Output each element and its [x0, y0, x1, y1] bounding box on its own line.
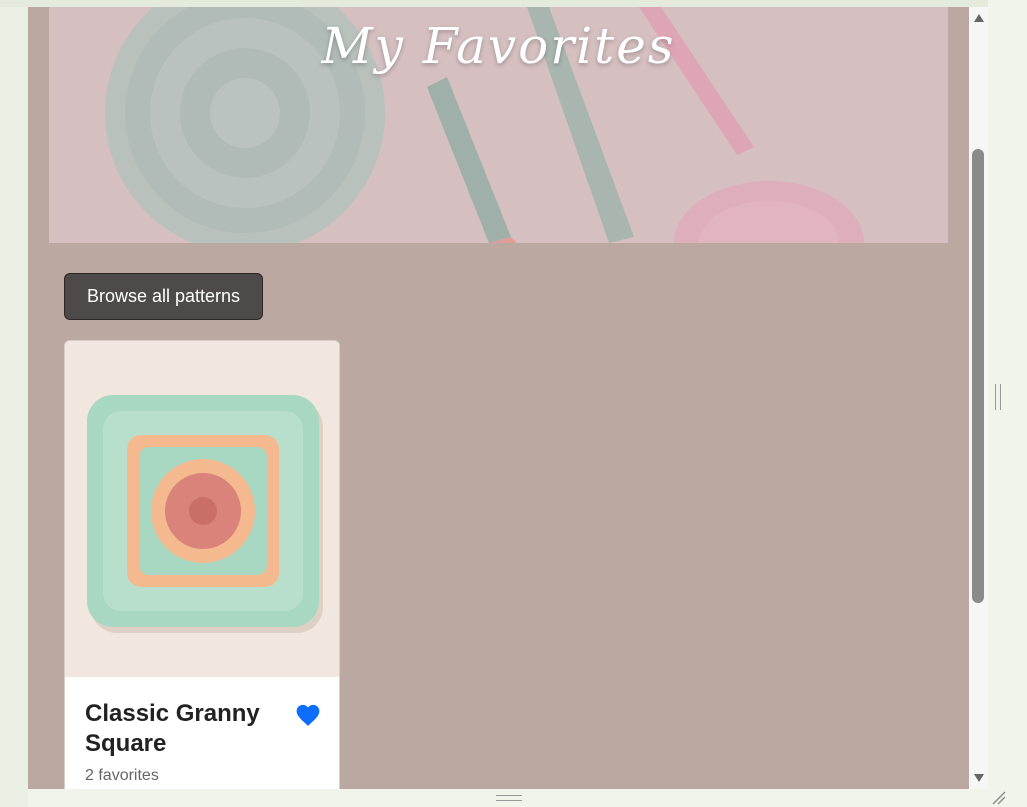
resize-grip-icon[interactable] [990, 789, 1006, 805]
hero-banner: My Favorites [49, 7, 948, 243]
page-title: My Favorites [321, 17, 676, 75]
pattern-image[interactable] [65, 341, 339, 677]
card-body: Classic Granny Square 2 favorites [65, 677, 339, 789]
bottom-panel-bar [28, 789, 988, 807]
granny-square-image [65, 341, 339, 677]
triangle-down-icon[interactable] [969, 769, 988, 787]
bottom-resize-handle[interactable] [496, 795, 522, 801]
side-panel-strip [988, 0, 1027, 807]
page-viewport: My Favorites Browse all patterns Classic… [28, 7, 969, 789]
panel-resize-handle[interactable] [995, 384, 1001, 410]
heart-icon[interactable] [295, 703, 321, 727]
pattern-title[interactable]: Classic Granny Square [85, 699, 285, 759]
pattern-card[interactable]: Classic Granny Square 2 favorites [64, 340, 340, 789]
browse-patterns-button[interactable]: Browse all patterns [64, 273, 263, 320]
scroll-thumb[interactable] [972, 149, 984, 603]
triangle-up-icon[interactable] [969, 9, 988, 27]
favorites-count: 2 favorites [85, 767, 159, 784]
window-top-edge [0, 0, 1027, 7]
vertical-scrollbar[interactable] [969, 7, 988, 789]
